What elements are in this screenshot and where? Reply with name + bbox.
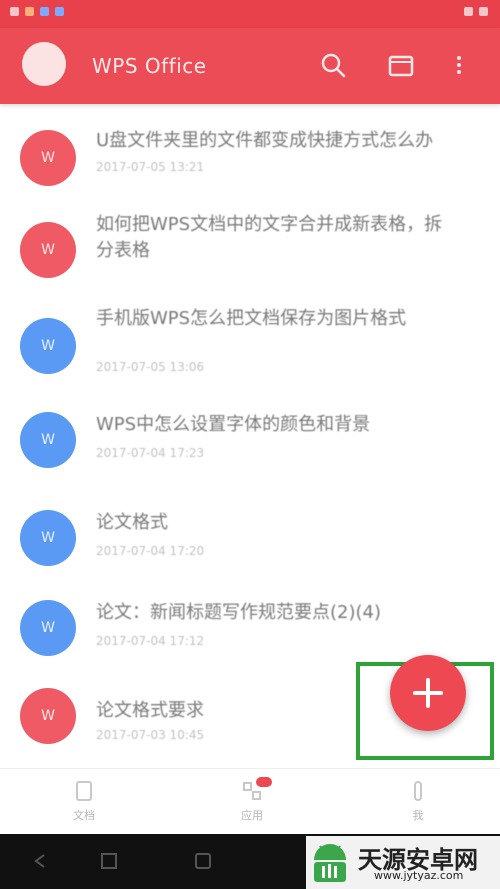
- app-title: WPS Office: [92, 54, 207, 78]
- document-date: 2017-07-05 13:21: [96, 160, 205, 174]
- search-icon[interactable]: [318, 50, 348, 80]
- nav-label: 我: [412, 809, 424, 822]
- back-icon[interactable]: [30, 852, 52, 870]
- app-bar: WPS Office: [0, 28, 500, 104]
- person-icon: [414, 781, 422, 801]
- document-icon: W: [20, 600, 76, 656]
- document-icon: W: [20, 130, 76, 186]
- document-title: 手机版WPS怎么把文档保存为图片格式: [96, 308, 407, 329]
- wifi-icon: [464, 7, 473, 16]
- notification-badge: [256, 777, 272, 787]
- list-item[interactable]: W U盘文件夹里的文件都变成快捷方式怎么办 2017-07-05 13:21: [0, 116, 500, 204]
- document-date: 2017-07-04 17:12: [96, 634, 205, 648]
- document-date: 2017-07-04 17:23: [96, 446, 205, 460]
- bottom-nav: 文档 应用 我: [0, 768, 500, 835]
- status-system: [464, 7, 488, 16]
- new-document-button[interactable]: [390, 655, 466, 731]
- signal-icon: [10, 7, 19, 16]
- document-title: WPS中怎么设置字体的颜色和背景: [96, 414, 371, 435]
- status-bar: [0, 0, 500, 28]
- document-date: 2017-07-04 17:20: [96, 544, 205, 558]
- app-notification-icon-2: [55, 7, 64, 16]
- document-icon: W: [20, 222, 76, 278]
- nav-label: 应用: [241, 809, 263, 822]
- folder-icon[interactable]: [386, 50, 416, 80]
- document-title: U盘文件夹里的文件都变成快捷方式怎么办: [96, 130, 434, 151]
- list-item[interactable]: W 论文格式 2017-07-04 17:20: [0, 488, 500, 576]
- document-title: 如何把WPS文档中的文字合并成新表格，拆分表格: [96, 214, 443, 261]
- notification-icon: [25, 7, 34, 16]
- document-title: 论文格式: [96, 512, 168, 533]
- list-item[interactable]: W 手机版WPS怎么把文档保存为图片格式 2017-07-05 13:06: [0, 296, 500, 384]
- nav-item-documents[interactable]: 文档: [54, 779, 114, 823]
- document-icon: [76, 781, 92, 801]
- watermark-url: www.jytyaz.com: [374, 869, 464, 882]
- battery-icon: [479, 7, 488, 16]
- document-date: 2017-07-05 13:06: [96, 360, 205, 374]
- nav-item-apps[interactable]: 应用: [222, 777, 282, 823]
- nav-label: 文档: [73, 809, 95, 822]
- document-icon: W: [20, 412, 76, 468]
- status-notifications: [10, 7, 64, 16]
- plus-icon: [413, 678, 443, 708]
- document-title: 论文：新闻标题写作规范要点(2)(4): [96, 602, 381, 623]
- document-icon: W: [20, 688, 76, 744]
- document-date: 2017-07-03 10:45: [96, 728, 205, 742]
- list-item[interactable]: W 如何把WPS文档中的文字合并成新表格，拆分表格: [0, 204, 500, 292]
- list-item[interactable]: W WPS中怎么设置字体的颜色和背景 2017-07-04 17:23: [0, 394, 500, 482]
- app-notification-icon: [40, 7, 49, 16]
- recents-icon[interactable]: [192, 852, 214, 870]
- more-options-icon[interactable]: [452, 50, 466, 80]
- android-logo-icon: [314, 844, 346, 882]
- home-icon[interactable]: [98, 852, 120, 870]
- list-item[interactable]: W 论文：新闻标题写作规范要点(2)(4) 2017-07-04 17:12: [0, 578, 500, 666]
- nav-item-me[interactable]: 我: [388, 779, 448, 823]
- avatar[interactable]: [22, 42, 66, 86]
- document-icon: W: [20, 318, 76, 374]
- document-icon: W: [20, 510, 76, 566]
- watermark: 天源安卓网 www.jytyaz.com: [306, 836, 500, 889]
